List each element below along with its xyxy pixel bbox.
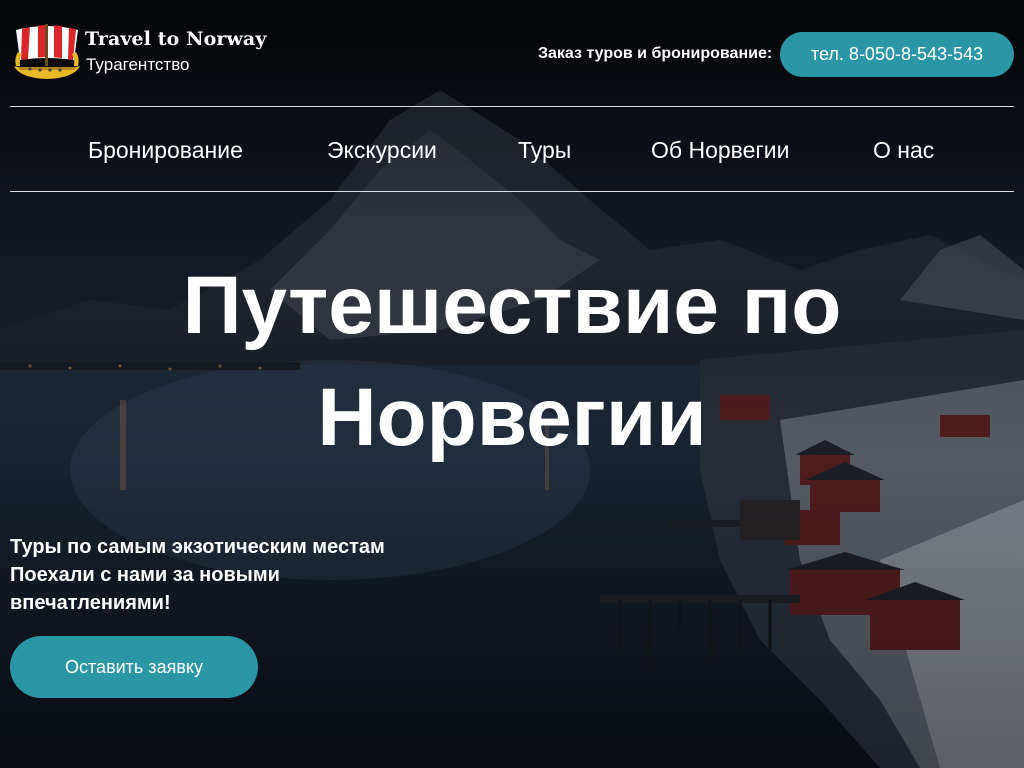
nav-item-tours[interactable]: Туры: [518, 137, 571, 164]
site-header: Travel to Norway Турагентство Заказ туро…: [0, 0, 1024, 107]
hero-tagline: Туры по самым экзотическим местам Поехал…: [10, 533, 410, 617]
tagline-line-3: впечатлениями!: [10, 592, 171, 614]
brand-subtitle: Турагентство: [86, 55, 190, 74]
nav-item-about-norway[interactable]: Об Норвегии: [651, 137, 789, 164]
tagline-line-2: Поехали с нами за новыми: [10, 564, 280, 586]
nav-item-excursions[interactable]: Экскурсии: [327, 137, 437, 164]
viking-ship-icon[interactable]: [12, 22, 82, 84]
hero-title: Путешествие по Норвегии: [112, 250, 912, 474]
hero-title-line-1: Путешествие по: [182, 260, 842, 351]
leave-request-button[interactable]: Оставить заявку: [10, 636, 258, 698]
main-nav: Бронирование Экскурсии Туры Об Норвегии …: [0, 107, 1024, 191]
nav-item-booking[interactable]: Бронирование: [88, 137, 243, 164]
order-label: Заказ туров и бронирование:: [538, 45, 773, 62]
phone-button[interactable]: тел. 8-050-8-543-543: [780, 32, 1014, 77]
nav-item-about-us[interactable]: О нас: [873, 137, 934, 164]
hero-title-line-2: Норвегии: [317, 372, 707, 463]
brand-title[interactable]: Travel to Norway: [85, 28, 266, 50]
nav-divider-bottom: [10, 191, 1014, 192]
tagline-line-1: Туры по самым экзотическим местам: [10, 536, 385, 558]
